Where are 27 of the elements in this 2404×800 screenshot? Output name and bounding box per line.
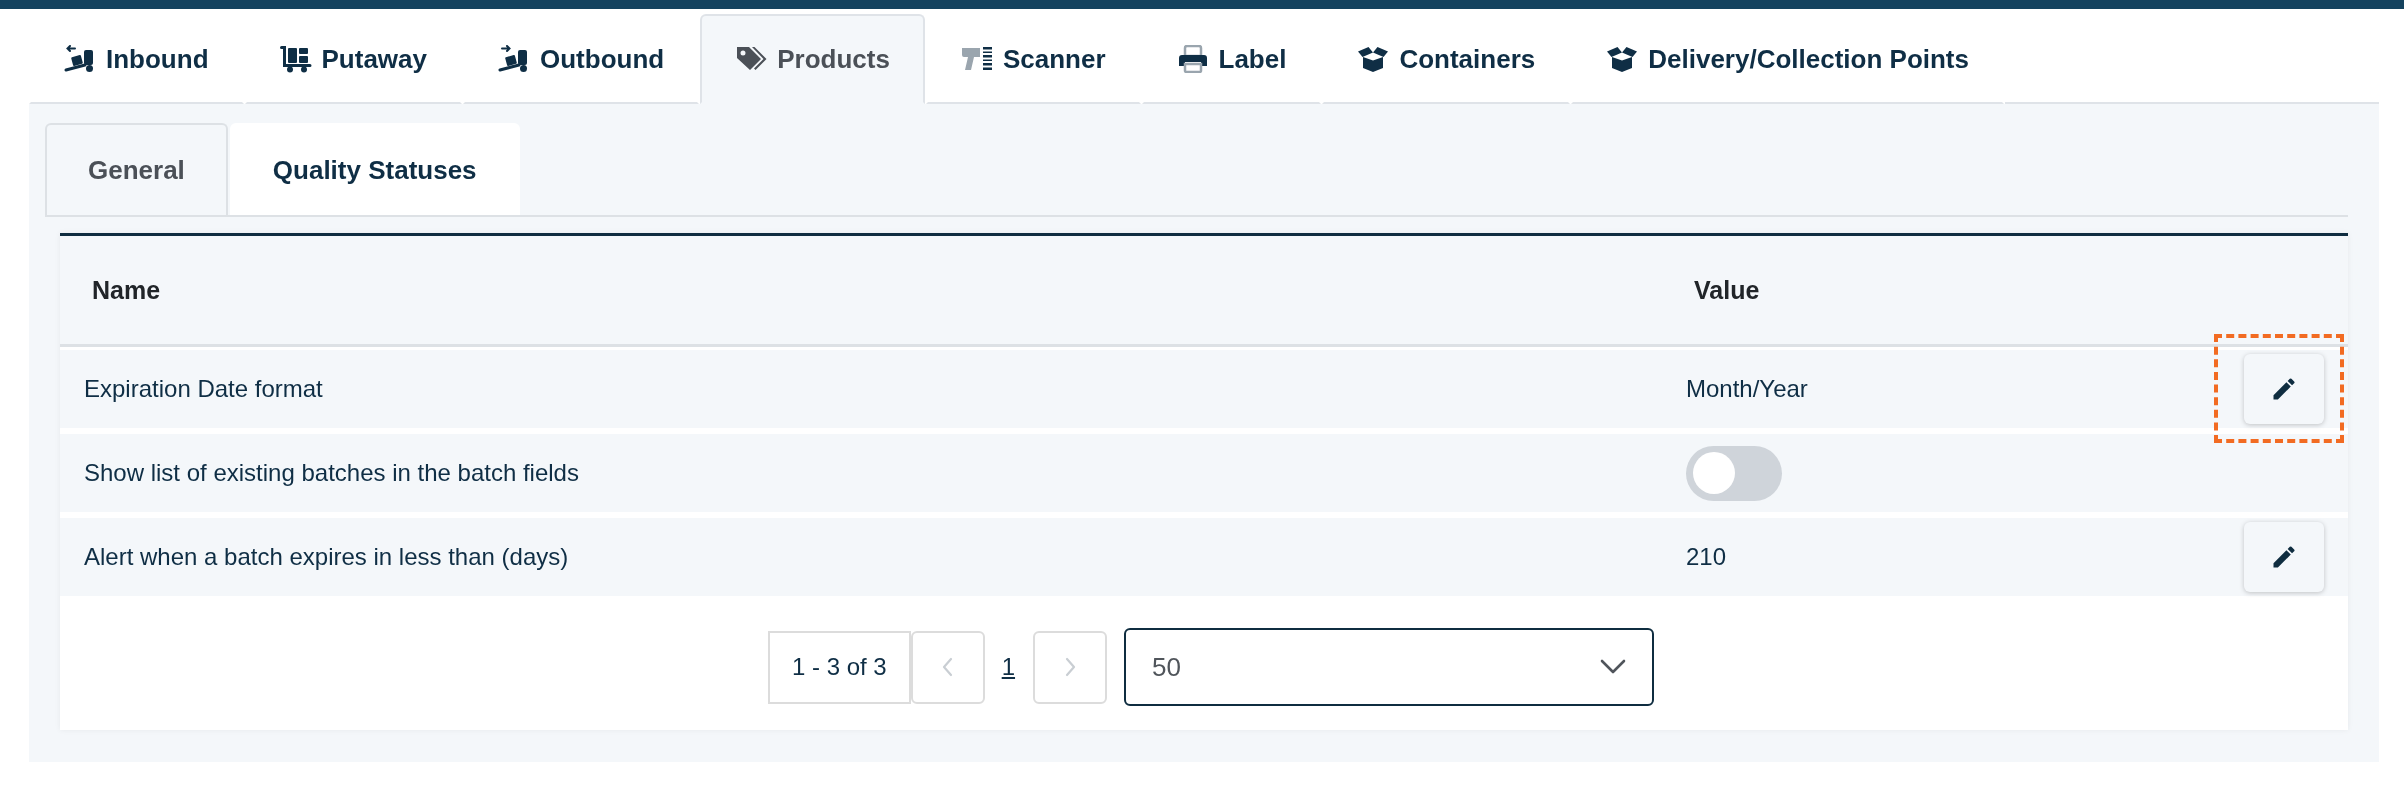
hand-truck-icon	[64, 45, 96, 73]
table-cell: Expiration Date format	[84, 375, 323, 403]
chevron-down-icon	[1600, 659, 1627, 675]
cart-icon	[279, 45, 312, 73]
sub-tab[interactable]: Quality Statuses	[229, 123, 520, 215]
table-cell: Month/Year	[1686, 375, 1808, 403]
chevron-left-icon	[941, 657, 955, 677]
tags-icon	[735, 45, 768, 73]
barcode-scanner-icon	[960, 45, 993, 73]
page-size-select[interactable]: 50	[1124, 628, 1655, 706]
page-range: 1 - 3 of 3	[767, 630, 911, 704]
hand-truck-icon	[498, 45, 530, 73]
box-icon	[1357, 45, 1390, 73]
column-header: Name	[91, 275, 161, 305]
column-header: Value	[1693, 275, 1760, 305]
table-cell: 210	[1686, 543, 1727, 571]
edit-button[interactable]	[2244, 354, 2324, 424]
page-link[interactable]: 1	[1001, 653, 1016, 681]
chevron-right-icon	[1063, 657, 1077, 677]
nav-tab[interactable]: Products	[700, 14, 925, 104]
edit-button[interactable]	[2244, 522, 2324, 592]
table-cell: Show list of existing batches in the batch fields	[84, 459, 579, 487]
toggle-switch[interactable]	[1686, 445, 1782, 501]
table-cell: Alert when a batch expires in less than (days)	[84, 543, 569, 571]
printer-icon	[1176, 45, 1209, 73]
box-icon	[1606, 45, 1639, 73]
sub-tab[interactable]: General	[45, 123, 228, 215]
